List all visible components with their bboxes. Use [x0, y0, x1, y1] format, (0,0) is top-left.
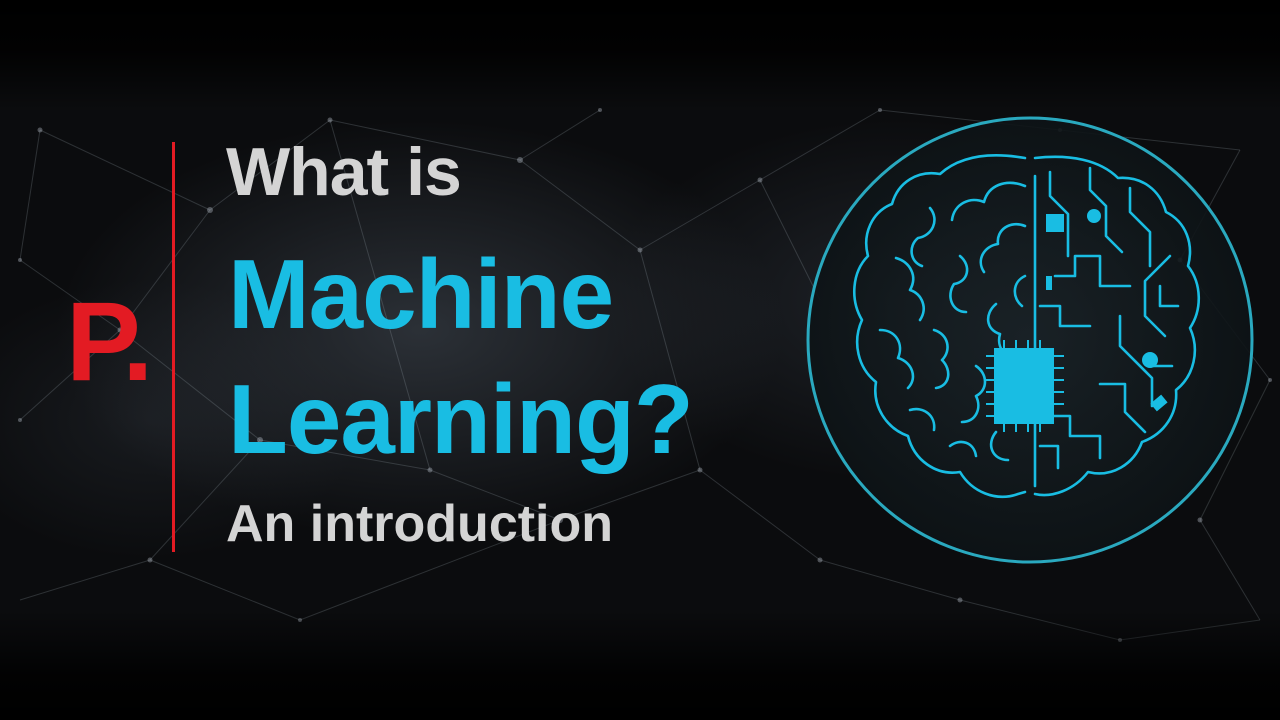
brand-logo: P. — [66, 279, 153, 404]
brain-circuit-icon — [806, 116, 1254, 564]
subtitle: An introduction — [226, 495, 614, 553]
heading-line-2: Machine — [228, 239, 614, 349]
heading-line-1: What is — [226, 134, 462, 210]
heading-line-3: Learning? — [228, 364, 694, 474]
title-divider — [172, 142, 175, 552]
